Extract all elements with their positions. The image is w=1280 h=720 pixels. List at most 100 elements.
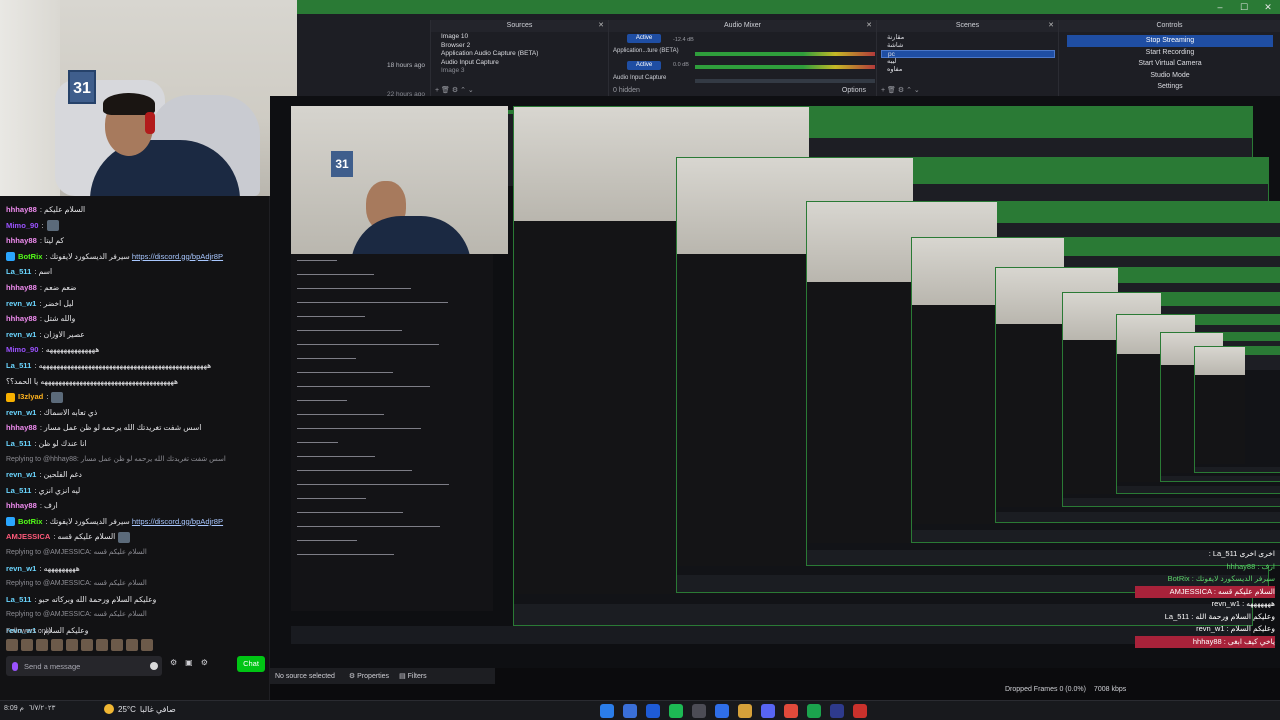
chat-message-input[interactable]: Send a message bbox=[6, 656, 162, 676]
vscode-icon[interactable] bbox=[830, 704, 844, 718]
chat-message: hhhay88: اسس شفت تغريدتك الله يرحمه لو ظ… bbox=[6, 420, 266, 436]
source-item[interactable]: Browser 2 bbox=[431, 42, 609, 51]
stop-streaming-button[interactable]: Stop Streaming bbox=[1067, 35, 1273, 47]
clock-date: ٦/٧/٢٠٢٣ bbox=[28, 705, 56, 712]
spotify-icon[interactable] bbox=[669, 704, 683, 718]
source-item[interactable]: Audio Input Capture bbox=[431, 59, 609, 68]
sun-icon bbox=[104, 704, 114, 714]
gift-icon[interactable]: ▣ bbox=[185, 658, 193, 667]
close-icon[interactable]: ✕ bbox=[866, 20, 872, 32]
chat-message: revn_w1: هههههههههه bbox=[6, 561, 266, 577]
obs-preview[interactable]: 31 bbox=[270, 96, 1280, 668]
chat-username[interactable]: hhhay88 bbox=[6, 501, 37, 510]
nested-chat-line bbox=[297, 484, 449, 486]
chat-username[interactable]: revn_w1 bbox=[6, 470, 36, 479]
chat-message: La_511: ليه انزي انزي bbox=[6, 483, 266, 499]
emote-icon[interactable] bbox=[6, 639, 18, 651]
settings-button[interactable]: Settings bbox=[1067, 81, 1273, 93]
source-item[interactable]: Image 10 bbox=[431, 33, 609, 42]
overlay-chat-line: revn_w1 : وعليكم السلام bbox=[1196, 624, 1275, 633]
chat-username[interactable]: revn_w1 bbox=[6, 299, 36, 308]
chat-username[interactable]: hhhay88 bbox=[6, 423, 37, 432]
chat-username[interactable]: BotRix bbox=[18, 517, 42, 526]
chat-username[interactable]: La_511 bbox=[6, 486, 31, 495]
emote-icon[interactable] bbox=[21, 639, 33, 651]
chat-username[interactable]: revn_w1 bbox=[6, 408, 36, 417]
explorer-icon[interactable] bbox=[715, 704, 729, 718]
studio-mode-button[interactable]: Studio Mode bbox=[1067, 70, 1273, 82]
weather-widget[interactable]: 25°C صافي غالبا bbox=[104, 704, 176, 714]
chat-username[interactable]: Mimo_90 bbox=[6, 345, 39, 354]
source-item[interactable]: Application Audio Capture (BETA) bbox=[431, 50, 609, 59]
chat-send-button[interactable]: Chat bbox=[237, 656, 265, 672]
chat-username[interactable]: hhhay88 bbox=[6, 205, 37, 214]
chat-username[interactable]: BotRix bbox=[18, 252, 42, 261]
chat-username[interactable]: hhhay88 bbox=[6, 283, 37, 292]
chat-username[interactable]: hhhay88 bbox=[6, 314, 37, 323]
chat-panel: hhhay88: السلام عليكم Mimo_90: hhhay88: كم… bbox=[0, 196, 270, 720]
folder-icon[interactable] bbox=[738, 704, 752, 718]
edge-icon[interactable] bbox=[600, 704, 614, 718]
minimize-button[interactable]: – bbox=[1208, 0, 1232, 14]
scene-item[interactable]: شاشة bbox=[881, 42, 1055, 50]
obs-icon[interactable] bbox=[692, 704, 706, 718]
mixer-channels: Active Application...ture (BETA) -12.4 d… bbox=[609, 33, 877, 88]
gear-icon[interactable]: ⚙ bbox=[201, 658, 208, 667]
discord-icon[interactable] bbox=[761, 704, 775, 718]
scene-item[interactable]: ليبه bbox=[881, 58, 1055, 66]
chat-username[interactable]: La_511 bbox=[6, 361, 31, 370]
chat-username[interactable]: I3zlyad bbox=[18, 392, 43, 401]
emote-icon[interactable] bbox=[126, 639, 138, 651]
chat-message: hhhay88: ضعم ضعم bbox=[6, 280, 266, 296]
chat-username[interactable]: Mimo_90 bbox=[6, 221, 39, 230]
volume-slider[interactable] bbox=[695, 78, 875, 83]
emote-icon[interactable] bbox=[96, 639, 108, 651]
settings-icon[interactable]: ⚙ bbox=[170, 658, 177, 667]
emote-icon[interactable] bbox=[66, 639, 78, 651]
chat-username[interactable]: La_511 bbox=[6, 439, 31, 448]
chrome-icon[interactable] bbox=[784, 704, 798, 718]
chat-message: La_511: انا عندك لو ظن bbox=[6, 436, 266, 452]
source-item[interactable]: Image 3 bbox=[431, 67, 609, 76]
options-button[interactable]: Options bbox=[842, 87, 866, 94]
maximize-button[interactable]: ☐ bbox=[1232, 0, 1256, 14]
filters-button[interactable]: ▤ Filters bbox=[399, 672, 427, 680]
chat-link[interactable]: https://discord.gg/bpAdjr8P bbox=[132, 517, 223, 526]
scenes-dock: Scenes ✕ مقارنة شاشة pc ليبه مفاوه + 🗑 ⚙… bbox=[876, 20, 1058, 96]
excel-icon[interactable] bbox=[807, 704, 821, 718]
mic-icon[interactable] bbox=[12, 661, 18, 671]
scene-item[interactable]: مفاوه bbox=[881, 66, 1055, 74]
start-virtual-camera-button[interactable]: Start Virtual Camera bbox=[1067, 58, 1273, 70]
chat-username[interactable]: hhhay88 bbox=[6, 236, 37, 245]
emote-icon[interactable] bbox=[81, 639, 93, 651]
chat-username[interactable]: AMJESSICA bbox=[6, 532, 50, 541]
chat-username[interactable]: La_511 bbox=[6, 595, 31, 604]
nested-chat-line bbox=[297, 540, 357, 542]
scene-item-selected[interactable]: pc bbox=[881, 50, 1055, 58]
sources-list: Image 10 Browser 2 Application Audio Cap… bbox=[431, 33, 609, 76]
emote-icon[interactable] bbox=[141, 639, 153, 651]
properties-button[interactable]: ⚙ Properties bbox=[349, 672, 389, 680]
emoji-icon[interactable] bbox=[150, 662, 158, 670]
start-recording-button[interactable]: Start Recording bbox=[1067, 47, 1273, 59]
app-icon[interactable] bbox=[853, 704, 867, 718]
scene-item[interactable]: مقارنة bbox=[881, 34, 1055, 42]
chat-text: : السلام عليكم قسه bbox=[53, 532, 116, 542]
volume-meter bbox=[695, 65, 875, 69]
overlay-chat-line: La_511 : وعليكم السلام ورحمة الله bbox=[1164, 611, 1275, 621]
emote-icon[interactable] bbox=[111, 639, 123, 651]
close-button[interactable]: ✕ bbox=[1256, 0, 1280, 14]
store-icon[interactable] bbox=[646, 704, 660, 718]
emote-icon[interactable] bbox=[51, 639, 63, 651]
close-icon[interactable]: ✕ bbox=[1048, 20, 1054, 32]
chat-username[interactable]: revn_w1 bbox=[6, 330, 36, 339]
chat-text: : كم ليتا bbox=[39, 236, 65, 246]
taskbar-clock[interactable]: 8:09 م ٦/٧/٢٠٢٣ bbox=[4, 704, 55, 712]
close-icon[interactable]: ✕ bbox=[598, 20, 604, 32]
telegram-icon[interactable] bbox=[623, 704, 637, 718]
chat-username[interactable]: revn_w1 bbox=[6, 564, 36, 573]
emote-icon[interactable] bbox=[36, 639, 48, 651]
chat-link[interactable]: https://discord.gg/bpAdjr8P bbox=[132, 252, 223, 261]
chat-username[interactable]: La_511 bbox=[6, 267, 31, 276]
no-source-label: No source selected bbox=[275, 672, 335, 680]
